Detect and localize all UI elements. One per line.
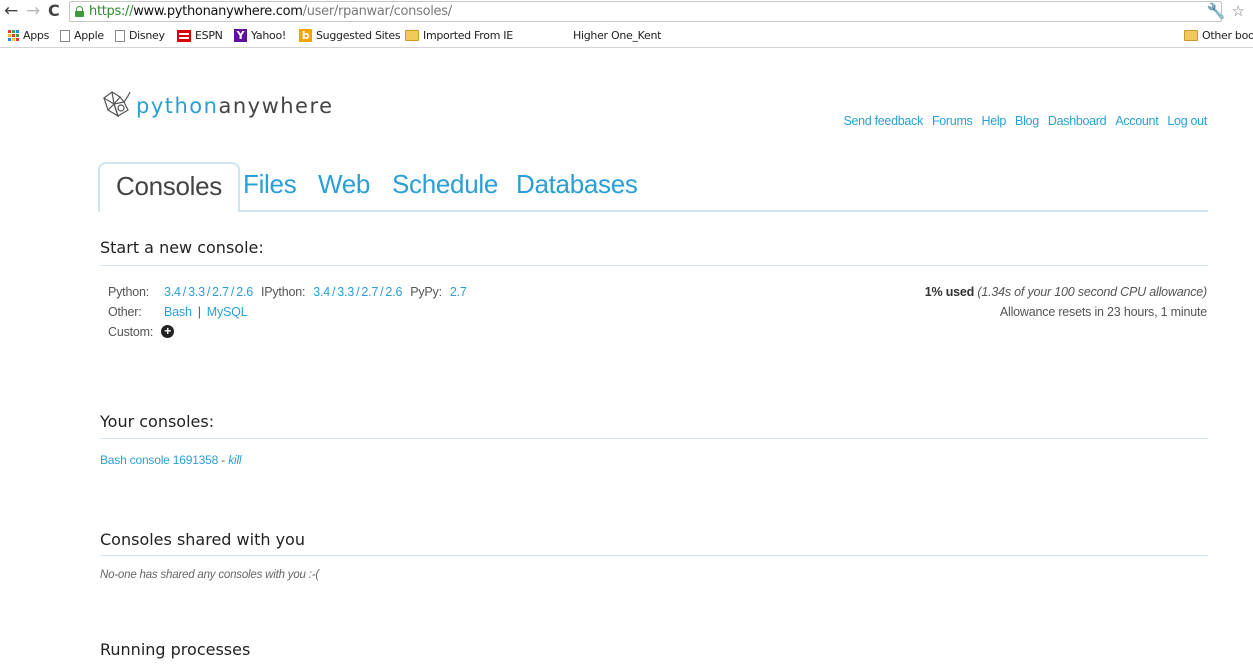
tabs-underline — [98, 210, 1208, 212]
python-2-7-link[interactable]: 2.7 — [212, 282, 229, 302]
shared-consoles-heading: Consoles shared with you — [100, 530, 305, 549]
section-divider — [100, 555, 1208, 556]
bookmarks-bar: Apps Apple Disney ESPN Y Yahoo! b Sugges… — [0, 24, 1253, 48]
url-text[interactable]: https://www.pythonanywhere.com/user/rpan… — [89, 4, 452, 19]
account-link[interactable]: Account — [1115, 114, 1158, 128]
top-nav-links: Send feedback Forums Help Blog Dashboard… — [843, 114, 1207, 128]
apps-grid-icon — [8, 30, 19, 41]
main-tabs: Consoles Files Web Schedule Databases — [98, 162, 1208, 212]
python-row: Python: 3.4/ 3.3/ 2.7/ 2.6 IPython: 3.4/… — [108, 282, 467, 302]
tab-schedule[interactable]: Schedule — [392, 169, 498, 200]
start-console-heading: Start a new console: — [100, 238, 264, 257]
folder-icon — [405, 30, 419, 41]
bookmark-yahoo[interactable]: Y Yahoo! — [234, 29, 286, 42]
logo-mark-icon — [102, 91, 131, 118]
forums-link[interactable]: Forums — [932, 114, 973, 128]
bookmark-disney[interactable]: Disney — [115, 29, 165, 42]
bookmark-other[interactable]: Other boo — [1184, 29, 1253, 42]
bash-console-1691358-link[interactable]: Bash console 1691358 — [100, 453, 218, 467]
forward-arrow-icon[interactable]: → — [26, 2, 40, 20]
tab-consoles[interactable]: Consoles — [98, 162, 240, 212]
cpu-reset: Allowance resets in 23 hours, 1 minute — [999, 305, 1207, 319]
log-out-link[interactable]: Log out — [1167, 114, 1207, 128]
section-divider — [100, 438, 1208, 439]
ipython-2-6-link[interactable]: 2.6 — [385, 282, 402, 302]
send-feedback-link[interactable]: Send feedback — [843, 114, 923, 128]
page-icon — [60, 29, 70, 42]
page-icon — [115, 29, 125, 42]
tab-web[interactable]: Web — [318, 169, 370, 200]
bookmark-apple[interactable]: Apple — [60, 29, 104, 42]
add-custom-console-icon[interactable]: + — [161, 325, 175, 338]
bookmark-imported-from-ie[interactable]: Imported From IE — [405, 29, 513, 42]
logo-text: pythonanywhere — [136, 94, 334, 118]
ipython-3-4-link[interactable]: 3.4 — [313, 282, 330, 302]
reload-icon[interactable]: C — [48, 2, 60, 20]
your-consoles-heading: Your consoles: — [100, 412, 215, 431]
address-bar[interactable]: https://www.pythonanywhere.com/user/rpan… — [69, 1, 1222, 22]
python-2-6-link[interactable]: 2.6 — [236, 282, 253, 302]
espn-icon — [177, 29, 191, 42]
mysql-console-link[interactable]: MySQL — [207, 302, 248, 322]
bookmark-higher-one-kent[interactable]: Higher One_Kent — [573, 29, 661, 42]
cpu-detail: (1.34s of your 100 second CPU allowance) — [977, 285, 1207, 299]
folder-icon — [1184, 30, 1198, 41]
ipython-2-7-link[interactable]: 2.7 — [361, 282, 378, 302]
new-console-options: Python: 3.4/ 3.3/ 2.7/ 2.6 IPython: 3.4/… — [108, 282, 467, 342]
section-divider — [100, 265, 1208, 266]
bing-icon: b — [299, 29, 312, 42]
custom-row: Custom: + — [108, 322, 467, 342]
bookmark-espn[interactable]: ESPN — [177, 29, 223, 42]
pypy-2-7-link[interactable]: 2.7 — [450, 282, 467, 302]
blog-link[interactable]: Blog — [1015, 114, 1039, 128]
ipython-3-3-link[interactable]: 3.3 — [337, 282, 354, 302]
dashboard-link[interactable]: Dashboard — [1048, 114, 1107, 128]
python-3-4-link[interactable]: 3.4 — [164, 282, 181, 302]
pythonanywhere-logo[interactable]: pythonanywhere — [100, 88, 334, 120]
kill-console-link[interactable]: kill — [228, 453, 241, 467]
yahoo-icon: Y — [234, 29, 247, 42]
running-processes-heading: Running processes — [100, 640, 251, 659]
toolbar-icons: 🔧 ☆ — [1207, 2, 1245, 20]
browser-toolbar: ← → C https://www.pythonanywhere.com/use… — [0, 0, 1253, 24]
bookmark-apps[interactable]: Apps — [8, 29, 49, 42]
your-console-item: Bash console 1691358 - kill — [100, 453, 242, 467]
bookmark-suggested-sites[interactable]: b Suggested Sites — [299, 29, 401, 42]
help-link[interactable]: Help — [982, 114, 1007, 128]
cpu-usage: 1% used (1.34s of your 100 second CPU al… — [925, 282, 1207, 322]
cpu-used: 1% used — [924, 285, 975, 299]
python-3-3-link[interactable]: 3.3 — [188, 282, 205, 302]
other-row: Other: Bash | MySQL — [108, 302, 467, 322]
back-arrow-icon[interactable]: ← — [4, 2, 18, 20]
extension-icon[interactable]: 🔧 — [1207, 2, 1226, 20]
star-icon[interactable]: ☆ — [1232, 2, 1245, 20]
tab-files[interactable]: Files — [243, 169, 297, 200]
lock-icon — [75, 6, 84, 17]
shared-consoles-empty: No-one has shared any consoles with you … — [100, 569, 319, 581]
bash-console-link[interactable]: Bash — [164, 302, 192, 322]
tab-databases[interactable]: Databases — [516, 169, 638, 200]
